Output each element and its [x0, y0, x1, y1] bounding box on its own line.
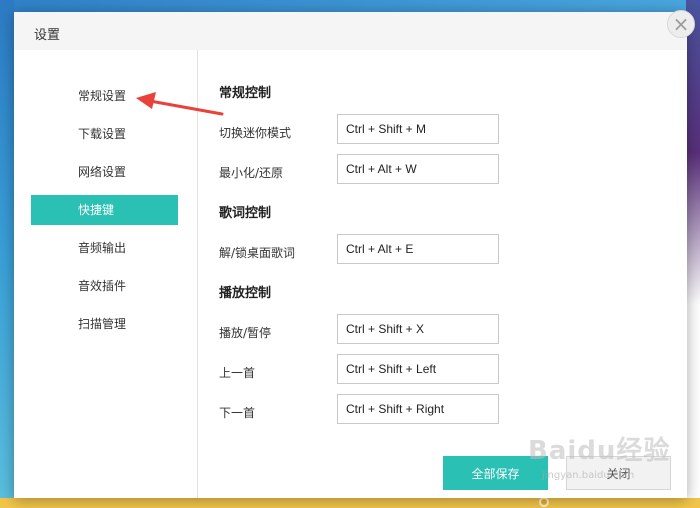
settings-dialog: 设置 × 常规设置 下载设置 网络设置 快捷键 音频输出 音效插件 扫描管理 常… — [14, 10, 695, 498]
background-right — [686, 0, 700, 508]
dialog-title: 设置 — [34, 28, 61, 43]
hotkey-input-minimize[interactable]: Ctrl + Alt + W — [337, 154, 499, 184]
hotkey-input-next[interactable]: Ctrl + Shift + Right — [337, 394, 499, 424]
section-title-playback: 播放控制 — [219, 286, 272, 301]
hotkey-label: 切换迷你模式 — [219, 126, 292, 140]
hotkey-input-play-pause[interactable]: Ctrl + Shift + X — [337, 314, 499, 344]
background-progress-bar — [0, 498, 700, 508]
sidebar-item-audio-plugins[interactable]: 音效插件 — [31, 271, 178, 301]
hotkey-label: 播放/暂停 — [219, 326, 272, 340]
sidebar-item-network[interactable]: 网络设置 — [31, 157, 178, 187]
hotkey-label: 最小化/还原 — [219, 166, 284, 180]
hotkey-input-mini-mode[interactable]: Ctrl + Shift + M — [337, 114, 499, 144]
background-left — [0, 0, 14, 508]
hotkey-label: 解/锁桌面歌词 — [219, 246, 296, 260]
hotkey-label: 上一首 — [219, 366, 256, 380]
hotkey-label: 下一首 — [219, 406, 256, 420]
watermark-url: jingyan.baidu.com — [542, 470, 635, 481]
hotkey-input-previous[interactable]: Ctrl + Shift + Left — [337, 354, 499, 384]
sidebar-item-general[interactable]: 常规设置 — [31, 81, 178, 111]
sidebar-item-scan-manager[interactable]: 扫描管理 — [31, 309, 178, 339]
dialog-header: 设置 — [14, 12, 687, 50]
close-icon[interactable]: × — [667, 10, 695, 38]
watermark-logo: Baidu经验 — [528, 436, 671, 466]
section-title-general: 常规控制 — [219, 86, 272, 101]
progress-handle — [539, 497, 549, 507]
sidebar-item-download[interactable]: 下载设置 — [31, 119, 178, 149]
settings-sidebar: 常规设置 下载设置 网络设置 快捷键 音频输出 音效插件 扫描管理 — [14, 50, 198, 498]
sidebar-item-hotkeys[interactable]: 快捷键 — [31, 195, 178, 225]
sidebar-item-audio-output[interactable]: 音频输出 — [31, 233, 178, 263]
hotkey-input-desktop-lyrics[interactable]: Ctrl + Alt + E — [337, 234, 499, 264]
section-title-lyrics: 歌词控制 — [219, 206, 272, 221]
